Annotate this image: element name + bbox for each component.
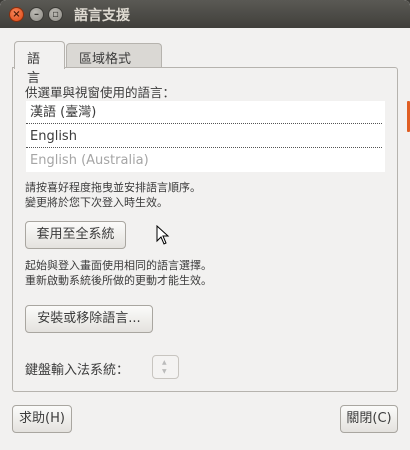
- close-button[interactable]: 關閉(C): [340, 405, 398, 433]
- tab-regional-formats[interactable]: 區域格式: [66, 43, 162, 68]
- spin-down-icon: ▼: [162, 368, 167, 375]
- close-window-icon[interactable]: ×: [9, 7, 24, 22]
- input-method-label: 鍵盤輸入法系統：: [25, 363, 130, 378]
- spin-up-icon: ▲: [162, 359, 167, 366]
- maximize-window-icon[interactable]: ▫: [48, 7, 63, 22]
- apply-hint-line2: 重新啟動系統後所做的更動才能生效。: [25, 274, 212, 287]
- window-title: 語言支援: [74, 8, 130, 24]
- help-button[interactable]: 求助(H): [12, 405, 72, 433]
- language-support-window: × – ▫ 語言支援 語言 區域格式 供選單與視窗使用的語言： 漢語 (臺灣) …: [0, 0, 410, 450]
- apply-hint-line1: 起始與登入畫面使用相同的語言選擇。: [25, 259, 212, 272]
- minimize-window-icon[interactable]: –: [29, 7, 44, 22]
- drag-hint-line2: 變更將於您下次登入時生效。: [25, 196, 168, 209]
- apply-system-wide-button[interactable]: 套用至全系統: [25, 221, 126, 249]
- list-item[interactable]: English: [26, 125, 382, 148]
- mouse-pointer-icon: [156, 225, 170, 245]
- input-method-selector[interactable]: ▲ ▼: [152, 355, 179, 379]
- drag-hint-line1: 請按喜好程度拖曳並安排語言順序。: [25, 181, 201, 194]
- list-item[interactable]: English (Australia): [26, 149, 382, 172]
- list-item[interactable]: 漢語 (臺灣): [26, 101, 382, 124]
- title-bar: × – ▫ 語言支援: [0, 0, 410, 28]
- language-list-label: 供選單與視窗使用的語言：: [25, 85, 176, 100]
- install-remove-languages-button[interactable]: 安裝或移除語言...: [25, 305, 153, 333]
- language-list[interactable]: 漢語 (臺灣) English English (Australia): [26, 101, 410, 172]
- tab-language[interactable]: 語言: [14, 41, 65, 86]
